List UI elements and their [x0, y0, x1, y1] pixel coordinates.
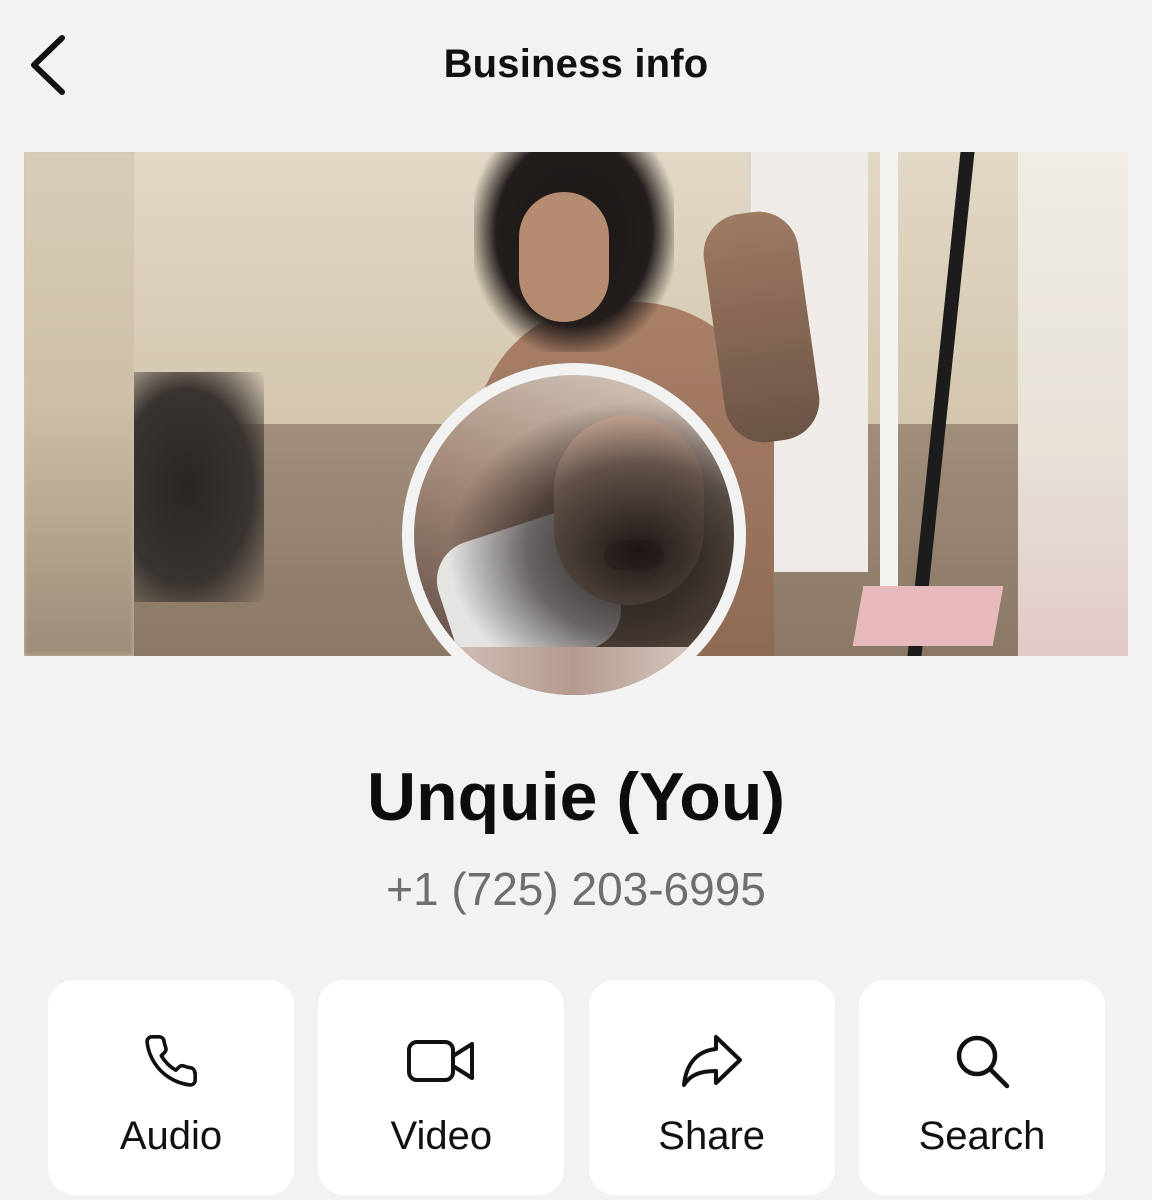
- avatar-bottom-strip: [414, 647, 734, 695]
- video-label: Video: [390, 1114, 493, 1158]
- avatar[interactable]: [402, 363, 746, 707]
- cover-person-face: [519, 192, 609, 322]
- search-icon: [947, 1026, 1017, 1096]
- cover-blur-right: [1018, 152, 1128, 656]
- video-camera-icon: [406, 1026, 476, 1096]
- page-title: Business info: [443, 42, 709, 86]
- profile-phone[interactable]: +1 (725) 203-6995: [0, 862, 1152, 916]
- audio-button[interactable]: Audio: [48, 980, 294, 1195]
- share-button[interactable]: Share: [588, 980, 835, 1195]
- phone-icon: [136, 1026, 206, 1096]
- cover-blur-left: [24, 152, 134, 656]
- nav-bar: Business info: [0, 0, 1152, 130]
- share-arrow-icon: [677, 1026, 747, 1096]
- action-bar: Audio Video Share Search: [48, 980, 1105, 1195]
- cover-door-frame: [880, 152, 898, 592]
- avatar-photo: [414, 375, 734, 695]
- search-label: Search: [918, 1114, 1046, 1158]
- share-label: Share: [658, 1114, 766, 1158]
- video-button[interactable]: Video: [318, 980, 565, 1195]
- business-info-screen: Business info Unquie (You) +1 (725) 203-…: [0, 0, 1152, 1200]
- profile-name: Unquie (You): [367, 759, 785, 835]
- cover-dark-object: [134, 372, 264, 602]
- search-button[interactable]: Search: [858, 980, 1105, 1195]
- cover-rug: [852, 586, 1004, 646]
- audio-label: Audio: [119, 1114, 223, 1158]
